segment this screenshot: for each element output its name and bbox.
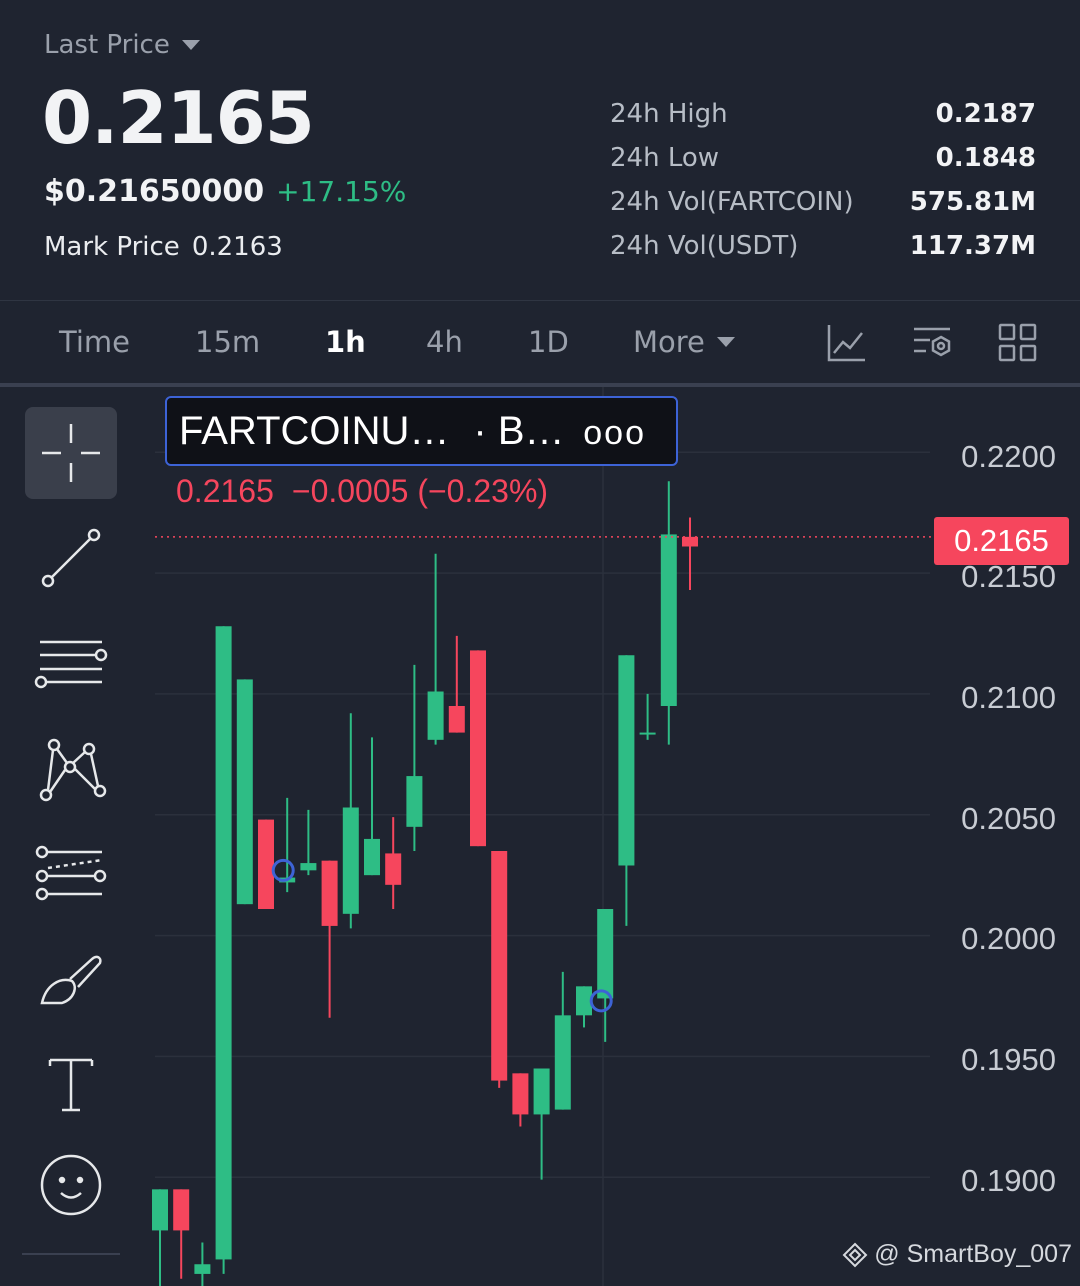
stat-row: 24h Low 0.1848 <box>610 136 1036 180</box>
usd-price: $0.21650000 <box>44 174 265 209</box>
interval-bar: Time 15m 1h 4h 1D More <box>0 301 1080 383</box>
candle-body <box>660 534 677 706</box>
mark-price-row: Mark Price 0.2163 <box>44 232 283 262</box>
chevron-down-icon <box>716 337 735 347</box>
interval-more-dropdown[interactable]: More <box>633 325 735 359</box>
stat-row: 24h Vol(USDT) 117.37M <box>610 224 1036 268</box>
candle-body <box>258 819 274 909</box>
candle-body <box>236 679 253 905</box>
candlestick-chart[interactable] <box>0 387 1080 1286</box>
interval-1d[interactable]: 1D <box>528 325 569 359</box>
interval-4h[interactable]: 4h <box>426 325 463 359</box>
candle-body <box>533 1068 550 1115</box>
interval-15m[interactable]: 15m <box>195 325 260 359</box>
stat-label: 24h Low <box>610 143 720 173</box>
candle-body <box>364 838 380 876</box>
candle-body <box>470 650 486 847</box>
stats-panel: 24h High 0.2187 24h Low 0.1848 24h Vol(F… <box>610 92 1036 268</box>
price-axis-tick: 0.2000 <box>961 921 1056 956</box>
candle-body <box>152 1189 168 1231</box>
ohlc-change: −0.0005 (−0.23%) <box>291 473 549 509</box>
more-label: More <box>633 325 705 359</box>
stat-label: 24h Vol(FARTCOIN) <box>610 187 854 217</box>
current-price-tag: 0.2165 <box>934 517 1069 565</box>
candle-body <box>385 853 402 885</box>
last-price-value: 0.2165 <box>42 76 315 160</box>
candle-body <box>512 1073 529 1115</box>
watermark-text: @ SmartBoy_007 <box>874 1240 1072 1268</box>
candle-body <box>576 986 592 1016</box>
candle-body <box>194 1264 211 1274</box>
mark-price-value: 0.2163 <box>191 232 283 262</box>
chevron-down-icon <box>181 40 200 50</box>
candle-body <box>682 536 698 547</box>
usd-price-row: $0.21650000 +17.15% <box>44 174 406 209</box>
indicators-icon[interactable] <box>826 323 866 363</box>
candle-body <box>321 860 338 926</box>
last-price-selector[interactable]: Last Price <box>44 30 200 60</box>
symbol-exchange: · B… <box>473 408 565 453</box>
event-marker <box>271 858 295 882</box>
price-axis-tick: 0.2050 <box>961 801 1056 836</box>
candle-body <box>406 776 423 827</box>
price-change-percent: +17.15% <box>276 175 407 208</box>
binance-logo-icon <box>842 1242 868 1267</box>
stat-value: 0.1848 <box>935 143 1036 173</box>
stat-row: 24h High 0.2187 <box>610 92 1036 136</box>
layout-grid-icon[interactable] <box>998 323 1038 363</box>
chart-settings-icon[interactable] <box>912 323 952 363</box>
ohlc-close: 0.2165 <box>176 473 274 509</box>
candle-body <box>342 807 359 914</box>
stat-label: 24h Vol(USDT) <box>610 231 799 261</box>
stat-value: 575.81M <box>909 187 1036 217</box>
price-axis-tick: 0.1950 <box>961 1042 1056 1077</box>
candle-body <box>300 863 317 871</box>
interval-time[interactable]: Time <box>59 325 130 359</box>
candle-body <box>618 655 635 866</box>
candle-body <box>597 909 614 999</box>
trading-screen: Last Price 0.2165 $0.21650000 +17.15% Ma… <box>0 0 1080 1286</box>
more-options-icon[interactable]: ooo <box>583 414 646 453</box>
interval-1h[interactable]: 1h <box>325 325 366 359</box>
watermark: @ SmartBoy_007 <box>842 1240 1072 1269</box>
last-price-label: Last Price <box>44 30 170 60</box>
candle-body <box>215 626 232 1260</box>
ohlc-legend: 0.2165 −0.0005 (−0.23%) <box>176 473 548 510</box>
candle-body <box>639 732 656 735</box>
candle-body <box>173 1189 190 1231</box>
candle-body <box>554 1015 571 1110</box>
symbol-selector[interactable]: FARTCOINU… · B… ooo <box>165 396 678 466</box>
chart-area: 0.2200 0.2150 0.2100 0.2050 0.2000 0.195… <box>0 387 1080 1286</box>
candle-body <box>448 706 465 733</box>
stat-value: 0.2187 <box>935 99 1036 129</box>
symbol-name: FARTCOINU… <box>179 408 450 453</box>
price-axis-tick: 0.2200 <box>961 439 1056 474</box>
ticker-header: Last Price 0.2165 $0.21650000 +17.15% Ma… <box>0 0 1080 300</box>
price-axis-tick: 0.1900 <box>961 1163 1056 1198</box>
stat-row: 24h Vol(FARTCOIN) 575.81M <box>610 180 1036 224</box>
stat-value: 117.37M <box>909 231 1036 261</box>
candle-body <box>427 691 444 740</box>
price-axis-tick: 0.2100 <box>961 680 1056 715</box>
candle-body <box>491 851 508 1081</box>
mark-price-label: Mark Price <box>44 232 180 262</box>
stat-label: 24h High <box>610 99 728 129</box>
